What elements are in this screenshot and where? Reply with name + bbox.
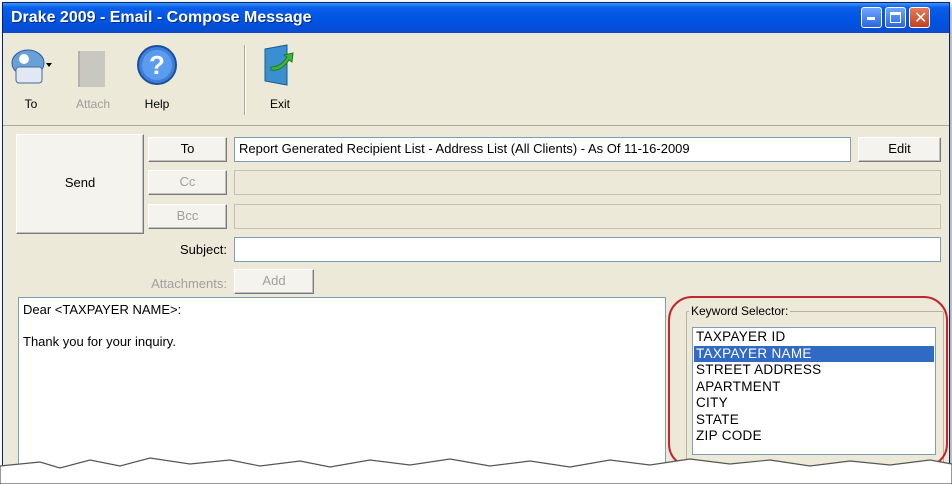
paperclip-icon — [78, 51, 105, 87]
subject-field[interactable] — [234, 237, 941, 262]
svg-text:?: ? — [149, 50, 165, 80]
maximize-button[interactable] — [885, 7, 906, 28]
keyword-item[interactable]: CITY — [694, 395, 934, 412]
toolbar-to-label: To — [24, 97, 38, 111]
to-field[interactable]: Report Generated Recipient List - Addres… — [234, 137, 851, 162]
toolbar-help-button[interactable]: ? Help — [134, 41, 180, 115]
keyword-item[interactable]: ZIP CODE — [694, 428, 934, 445]
toolbar-separator — [244, 45, 246, 115]
toolbar-attach-button[interactable]: Attach — [70, 41, 116, 115]
message-line: Dear <TAXPAYER NAME>: — [23, 302, 182, 317]
subject-label: Subject: — [180, 242, 227, 257]
compose-window: Drake 2009 - Email - Compose Message ✕ T… — [2, 2, 950, 482]
minimize-button[interactable] — [861, 7, 882, 28]
close-button[interactable]: ✕ — [909, 7, 930, 28]
maximize-icon — [890, 12, 901, 23]
exit-icon — [264, 44, 294, 86]
attachments-label: Attachments: — [151, 276, 227, 291]
keyword-item-selected[interactable]: TAXPAYER NAME — [694, 345, 934, 362]
message-line: Thank you for your inquiry. — [23, 334, 176, 349]
cc-field[interactable] — [234, 170, 941, 195]
help-icon: ? — [137, 45, 177, 85]
add-attachment-button[interactable]: Add — [234, 269, 314, 294]
toolbar-to-button[interactable]: To — [8, 41, 54, 115]
to-button[interactable]: To — [148, 137, 227, 162]
send-button[interactable]: Send — [16, 134, 144, 234]
keyword-selector-title: Keyword Selector: — [689, 304, 791, 318]
keyword-item[interactable]: TAXPAYER ID — [694, 329, 934, 346]
keyword-item[interactable]: APARTMENT — [694, 379, 934, 396]
cc-button[interactable]: Cc — [148, 170, 227, 195]
torn-edge — [0, 457, 952, 484]
toolbar-help-label: Help — [144, 97, 170, 111]
keyword-list[interactable]: TAXPAYER ID TAXPAYER NAME STREET ADDRESS… — [692, 327, 936, 455]
edit-button[interactable]: Edit — [858, 137, 941, 162]
toolbar-exit-label: Exit — [269, 97, 290, 111]
bcc-field[interactable] — [234, 204, 941, 229]
keyword-item[interactable]: STATE — [694, 412, 934, 429]
close-icon: ✕ — [914, 8, 928, 27]
address-book-icon — [11, 49, 52, 84]
bcc-button[interactable]: Bcc — [148, 204, 227, 229]
toolbar: To Attach ? Help Exit — [3, 33, 949, 126]
toolbar-exit-button[interactable]: Exit — [257, 41, 303, 115]
window-title: Drake 2009 - Email - Compose Message — [11, 9, 312, 26]
toolbar-attach-label: Attach — [75, 97, 111, 111]
title-bar[interactable]: Drake 2009 - Email - Compose Message ✕ — [3, 3, 949, 33]
keyword-item[interactable]: STREET ADDRESS — [694, 362, 934, 379]
minimize-icon — [867, 17, 875, 20]
